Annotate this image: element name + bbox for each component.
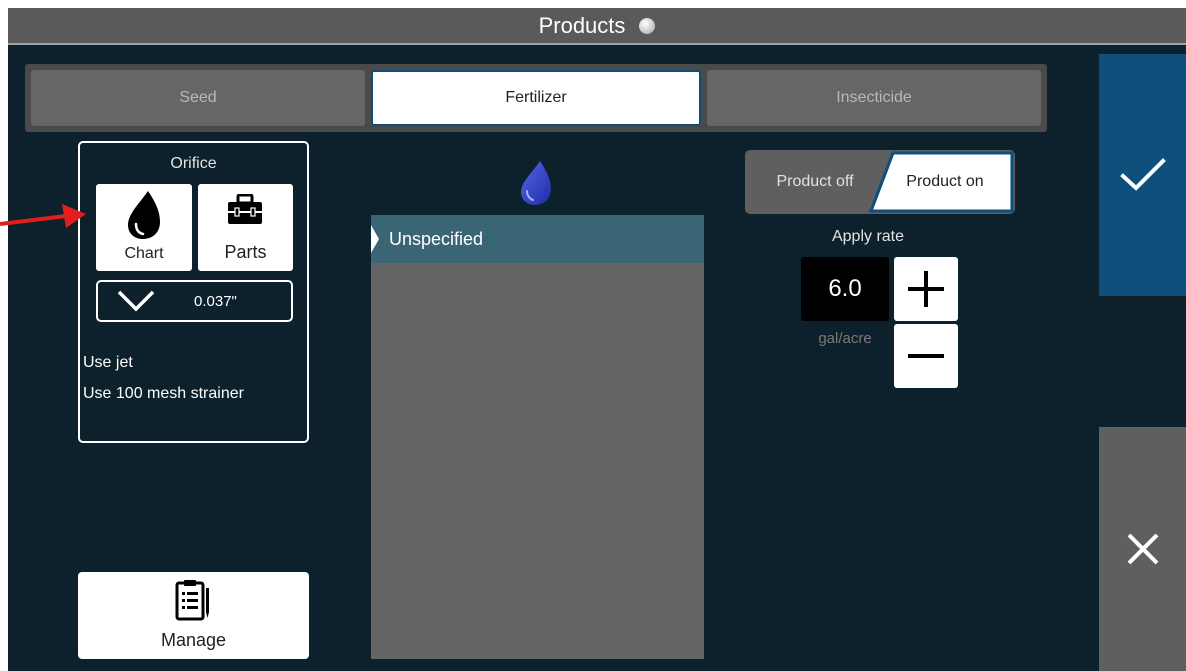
status-dot-icon	[639, 17, 656, 34]
product-off-option[interactable]: Product off	[745, 150, 885, 214]
page-title: Products	[538, 12, 626, 38]
title-bar: Products	[8, 8, 1186, 45]
minus-icon	[908, 354, 944, 358]
orifice-note-strainer: Use 100 mesh strainer	[83, 385, 244, 402]
confirm-button[interactable]	[1099, 54, 1186, 296]
close-icon	[1127, 533, 1158, 565]
list-item[interactable]: Unspecified	[371, 215, 704, 263]
product-toggle: Product off Product on	[745, 150, 1015, 214]
orifice-panel: Orifice Chart Parts 0.037" Use jet Use 1…	[78, 141, 309, 443]
parts-button-label: Parts	[224, 242, 267, 262]
product-tabs: Seed Fertilizer Insecticide	[25, 64, 1047, 132]
tab-insecticide[interactable]: Insecticide	[707, 70, 1041, 126]
orifice-note-jet: Use jet	[83, 354, 133, 371]
apply-rate-label: Apply rate	[831, 228, 905, 245]
clipboard-icon	[175, 580, 209, 621]
drop-icon	[128, 191, 160, 239]
cancel-button[interactable]	[1099, 427, 1186, 671]
list-item-label: Unspecified	[389, 229, 484, 249]
product-list: Unspecified	[371, 215, 704, 659]
tab-fertilizer[interactable]: Fertilizer	[371, 70, 701, 126]
plus-icon	[908, 271, 944, 307]
product-on-option[interactable]: Product on	[875, 150, 1015, 214]
orifice-size-dropdown[interactable]: 0.037"	[96, 280, 293, 322]
parts-button[interactable]: Parts	[198, 184, 293, 271]
orifice-size-value: 0.037"	[194, 293, 237, 310]
products-screen: Products Seed Fertilizer Insecticide Ori…	[8, 8, 1186, 671]
toolbox-icon	[228, 194, 262, 224]
chart-button-label: Chart	[124, 245, 164, 262]
selected-marker-icon	[371, 225, 379, 253]
chart-button[interactable]: Chart	[96, 184, 192, 271]
chevron-down-icon	[117, 290, 155, 312]
red-arrow-icon	[0, 204, 86, 228]
manage-button[interactable]: Manage	[78, 572, 309, 659]
check-icon	[1119, 158, 1166, 191]
tab-seed[interactable]: Seed	[31, 70, 365, 126]
increase-rate-button[interactable]	[894, 257, 958, 321]
apply-rate-value: 6.0	[828, 275, 862, 302]
orifice-title: Orifice	[170, 155, 217, 172]
manage-button-label: Manage	[160, 630, 227, 650]
decrease-rate-button[interactable]	[894, 324, 958, 388]
drop-icon	[521, 161, 551, 205]
apply-rate-unit: gal/acre	[818, 330, 872, 347]
apply-rate-value-box[interactable]: 6.0	[801, 257, 889, 321]
